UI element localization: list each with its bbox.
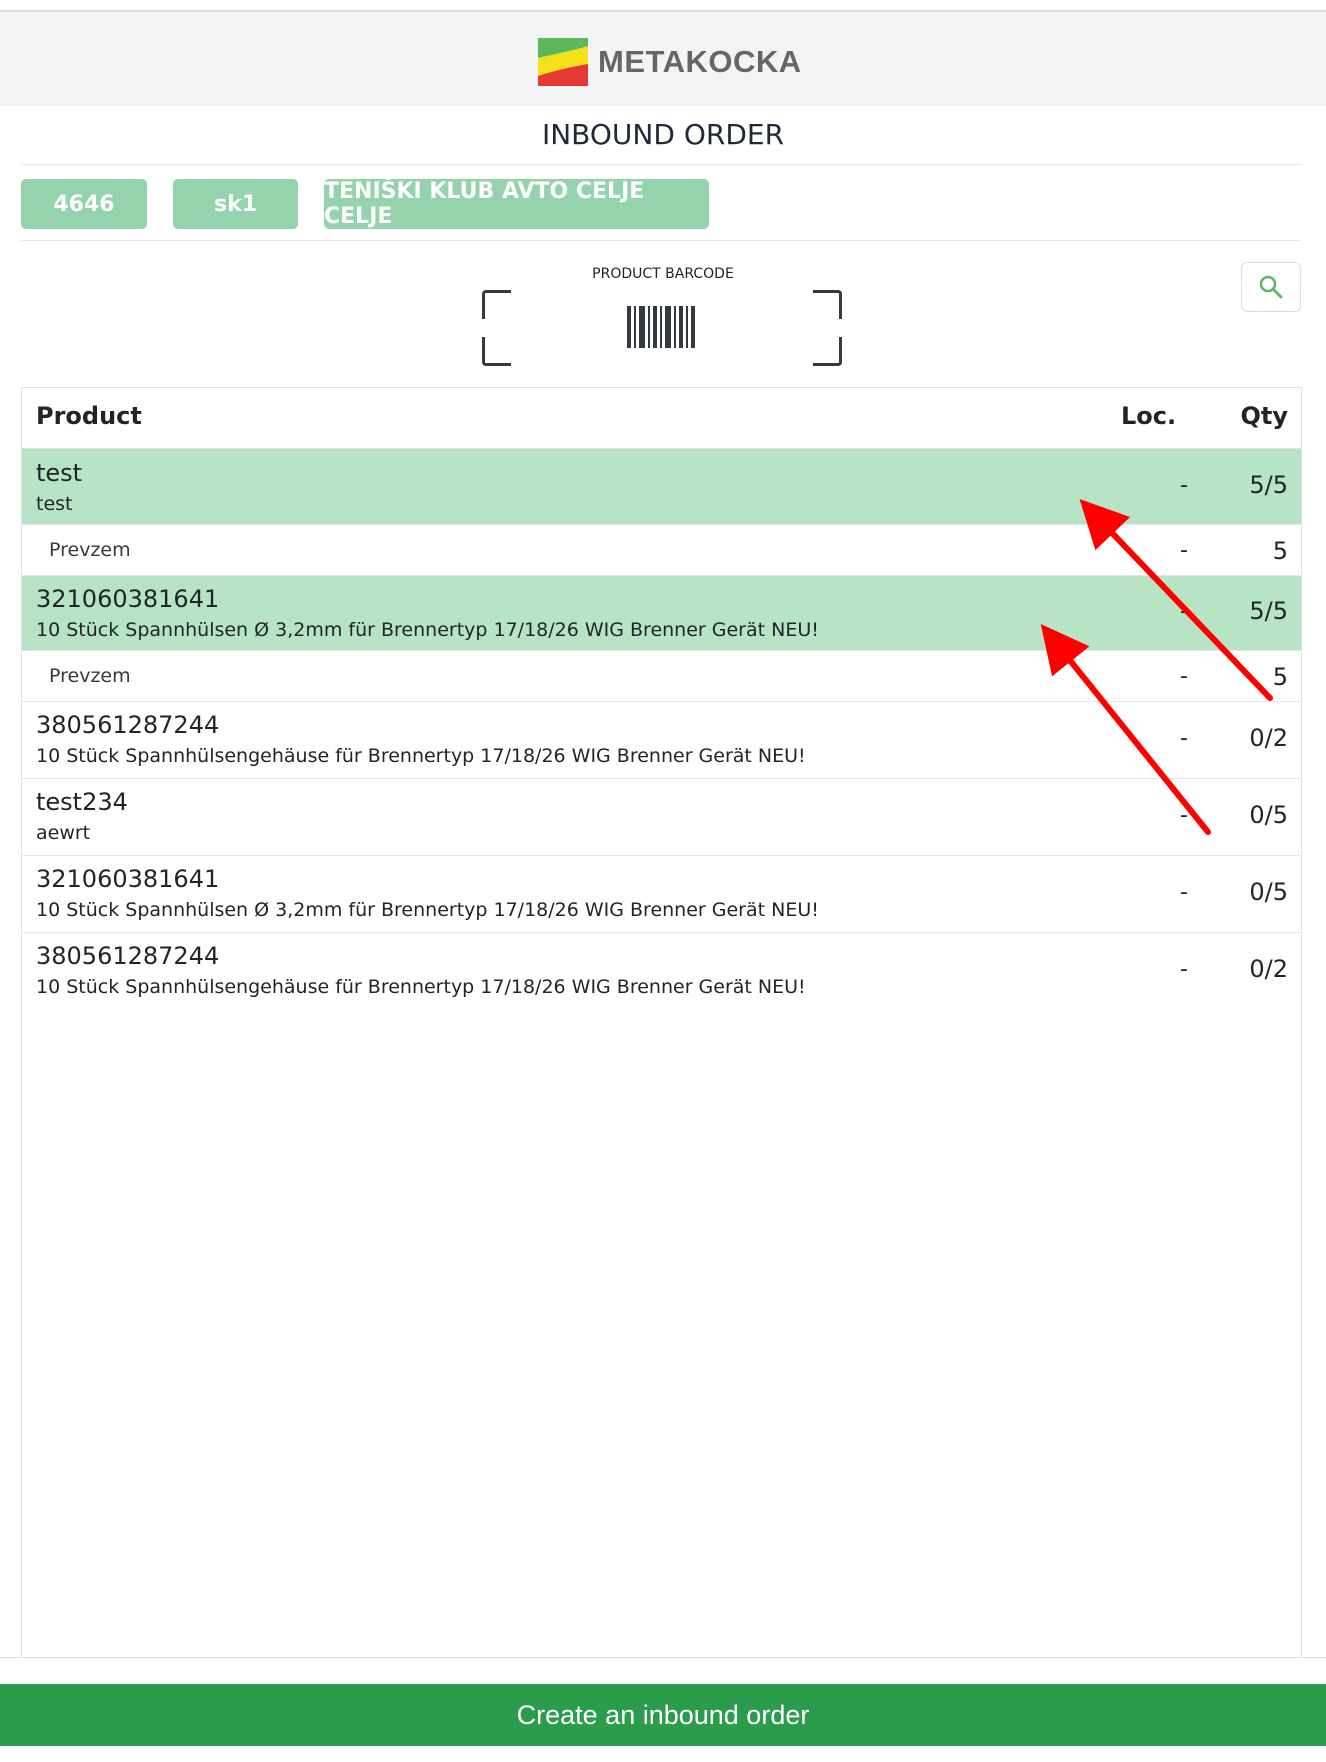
scan-frame-corner	[482, 337, 511, 366]
location-value: -	[1180, 726, 1188, 751]
scan-frame-corner	[813, 290, 842, 319]
search-icon	[1259, 275, 1283, 299]
column-header-loc[interactable]: Loc.	[1121, 402, 1176, 430]
product-description: 10 Stück Spannhülsen Ø 3,2mm für Brenner…	[36, 899, 819, 921]
product-description: aewrt	[36, 822, 91, 844]
product-code: 321060381641	[36, 865, 220, 893]
scan-frame-corner	[482, 290, 511, 319]
product-code: 380561287244	[36, 942, 220, 970]
receipt-subrow[interactable]: Prevzem - 5	[22, 525, 1301, 576]
quantity-value: 5	[1272, 663, 1288, 691]
column-header-product[interactable]: Product	[36, 402, 142, 430]
table-row[interactable]: 321060381641 10 Stück Spannhülsen Ø 3,2m…	[22, 576, 1301, 651]
location-value: -	[1180, 803, 1188, 828]
divider	[0, 1657, 1326, 1658]
receipt-subrow[interactable]: Prevzem - 5	[22, 651, 1301, 702]
product-code: test234	[36, 788, 128, 816]
divider	[21, 240, 1301, 241]
table-row[interactable]: 380561287244 10 Stück Spannhülsengehäuse…	[22, 702, 1301, 779]
warehouse-chip[interactable]: sk1	[173, 179, 298, 229]
quantity-value: 0/2	[1249, 724, 1288, 752]
brand-logo[interactable]: METAKOCKA	[536, 34, 802, 90]
location-value: -	[1180, 957, 1188, 982]
receipt-label: Prevzem	[49, 665, 131, 687]
table-row[interactable]: test test - 5/5	[22, 449, 1301, 525]
create-inbound-order-button[interactable]: Create an inbound order	[0, 1684, 1326, 1746]
quantity-value: 5	[1272, 537, 1288, 565]
quantity-value: 0/2	[1249, 955, 1288, 983]
table-header: Product Loc. Qty	[22, 388, 1301, 449]
location-value: -	[1180, 599, 1188, 624]
top-border	[0, 0, 1326, 12]
table-row[interactable]: test234 aewrt - 0/5	[22, 779, 1301, 856]
quantity-value: 0/5	[1249, 878, 1288, 906]
brand-name: METAKOCKA	[598, 44, 802, 79]
app-header: METAKOCKA	[0, 12, 1326, 106]
location-value: -	[1180, 880, 1188, 905]
table-row[interactable]: 321060381641 10 Stück Spannhülsen Ø 3,2m…	[22, 856, 1301, 933]
barcode-label: PRODUCT BARCODE	[592, 266, 734, 282]
quantity-value: 5/5	[1249, 597, 1288, 625]
order-info-chips: 4646 sk1 TENIŠKI KLUB AVTO CELJE CELJE	[21, 179, 735, 229]
quantity-value: 0/5	[1249, 801, 1288, 829]
table-row[interactable]: 380561287244 10 Stück Spannhülsengehäuse…	[22, 933, 1301, 1010]
column-header-qty[interactable]: Qty	[1240, 402, 1288, 430]
location-value: -	[1180, 473, 1188, 498]
order-number-chip[interactable]: 4646	[21, 179, 147, 229]
barcode-scan-area[interactable]	[482, 290, 842, 366]
product-description: 10 Stück Spannhülsengehäuse für Brennert…	[36, 976, 806, 998]
barcode-icon	[627, 306, 695, 348]
metakocka-logo-icon	[538, 38, 588, 86]
location-value: -	[1180, 538, 1188, 563]
product-description: 10 Stück Spannhülsengehäuse für Brennert…	[36, 745, 806, 767]
product-description: test	[36, 493, 73, 515]
product-code: 321060381641	[36, 585, 220, 613]
receipt-label: Prevzem	[49, 539, 131, 561]
product-description: 10 Stück Spannhülsen Ø 3,2mm für Brenner…	[36, 619, 819, 641]
scan-frame-corner	[813, 337, 842, 366]
search-button[interactable]	[1241, 262, 1301, 312]
location-value: -	[1180, 664, 1188, 689]
product-code: test	[36, 459, 83, 487]
products-table: Product Loc. Qty test test - 5/5 Prevzem…	[21, 387, 1302, 1658]
quantity-value: 5/5	[1249, 471, 1288, 499]
divider	[21, 164, 1301, 165]
page-title: INBOUND ORDER	[541, 118, 785, 151]
partner-chip[interactable]: TENIŠKI KLUB AVTO CELJE CELJE	[324, 179, 709, 229]
product-code: 380561287244	[36, 711, 220, 739]
